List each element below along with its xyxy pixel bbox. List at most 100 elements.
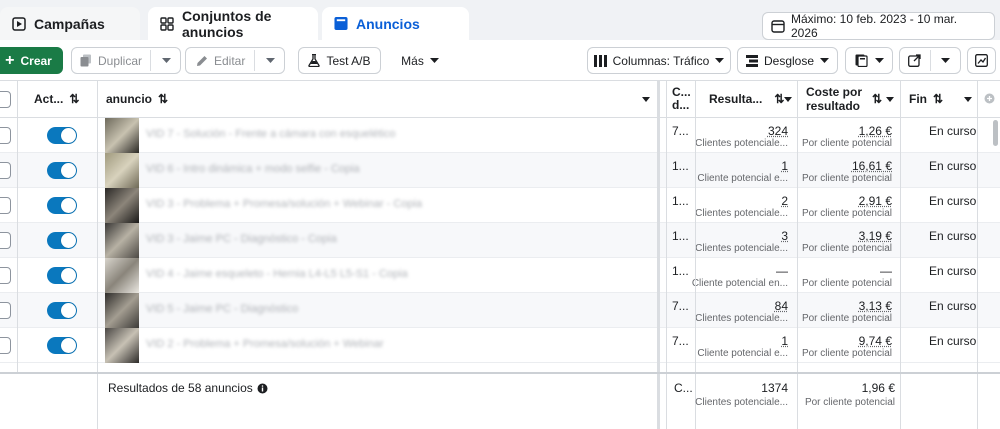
cell-results-type: Cliente potencial en... <box>691 278 788 289</box>
column-divider <box>97 374 98 429</box>
columns-button[interactable]: Columnas: Tráfico <box>587 47 731 74</box>
header-end[interactable]: Fin ⇅ <box>909 81 975 118</box>
cell-results-type: Clientes potenciale... <box>695 313 788 324</box>
summary-row: Resultados de 58 anuncios C... 1374 Clie… <box>0 372 1000 429</box>
ad-status-toggle[interactable] <box>47 337 77 354</box>
cell-results[interactable]: 324 <box>768 124 788 138</box>
cell-cost[interactable]: — <box>880 264 892 278</box>
header-c-label: C... d... <box>672 85 691 112</box>
cell-cost-type: Por cliente potencial <box>801 173 892 184</box>
cell-cost[interactable]: 1,26 € <box>859 124 892 138</box>
chevron-down-icon[interactable] <box>162 58 171 64</box>
ad-status-toggle[interactable] <box>47 162 77 179</box>
ad-status-toggle[interactable] <box>47 302 77 319</box>
info-icon[interactable] <box>257 383 268 394</box>
reports-button[interactable] <box>845 47 893 74</box>
tab-campaigns[interactable]: Campañas <box>0 7 140 40</box>
row-checkbox[interactable] <box>0 337 11 354</box>
cell-cost[interactable]: 3,13 € <box>859 299 892 313</box>
row-checkbox[interactable] <box>0 302 11 319</box>
plus-icon: + <box>5 51 15 69</box>
ad-thumbnail <box>105 293 139 328</box>
cell-results[interactable]: 2 <box>781 194 788 208</box>
breakdown-button[interactable]: Desglose <box>737 47 838 74</box>
cell-cost[interactable]: 2,91 € <box>859 194 892 208</box>
export-button[interactable] <box>899 47 961 74</box>
table-row[interactable]: VID 5 - Jaime PC - Diagnóstico 7... 84 Cl… <box>0 293 1000 328</box>
ad-name[interactable]: VID 3 - Jaime PC - Diagnóstico - Copia <box>146 233 337 245</box>
cell-end: En curso <box>929 299 977 313</box>
table-body: VID 7 - Solución - Frente a cámara con e… <box>0 118 1000 372</box>
cell-c: 1... <box>672 229 689 243</box>
cell-end: En curso <box>929 264 977 278</box>
row-checkbox[interactable] <box>0 267 11 284</box>
ad-name[interactable]: VID 2 - Problema + Promesa/solución + We… <box>146 338 384 350</box>
ad-status-toggle[interactable] <box>47 127 77 144</box>
ad-name[interactable]: VID 6 - Intro dinámica + modo selfie - C… <box>146 163 360 175</box>
row-checkbox[interactable] <box>0 197 11 214</box>
row-checkbox[interactable] <box>0 232 11 249</box>
summary-results: 1374 <box>761 381 788 395</box>
cell-cost[interactable]: 16,61 € <box>852 159 892 173</box>
ad-thumbnail <box>105 258 139 293</box>
summary-label: Resultados de 58 anuncios <box>108 381 268 395</box>
ad-name[interactable]: VID 5 - Jaime PC - Diagnóstico <box>146 303 298 315</box>
row-checkbox[interactable] <box>0 162 11 179</box>
tab-ad-sets-label: Conjuntos de anuncios <box>182 7 272 40</box>
table-row[interactable]: VID 6 - Intro dinámica + modo selfie - C… <box>0 153 1000 188</box>
tab-ads[interactable]: Anuncios <box>322 7 469 40</box>
frozen-column-divider <box>657 374 660 429</box>
cell-results[interactable]: — <box>776 264 788 278</box>
export-icon <box>908 54 921 67</box>
breakdown-icon <box>745 54 758 67</box>
tab-ad-sets[interactable]: Conjuntos de anuncios <box>148 7 318 40</box>
ad-name[interactable]: VID 3 - Problema + Promesa/solución + We… <box>146 198 422 210</box>
cell-results[interactable]: 3 <box>781 229 788 243</box>
chevron-down-icon[interactable] <box>266 58 275 64</box>
ad-name[interactable]: VID 4 - Jaime esqueleto - Hernia L4-L5 L… <box>146 268 408 280</box>
chevron-down-icon[interactable] <box>886 97 894 102</box>
table-row[interactable]: VID 3 - Jaime PC - Diagnóstico - Copia 1… <box>0 223 1000 258</box>
chevron-down-icon[interactable] <box>964 97 972 102</box>
ad-status-toggle[interactable] <box>47 267 77 284</box>
table-row[interactable]: VID 4 - Jaime esqueleto - Hernia L4-L5 L… <box>0 258 1000 293</box>
tab-campaigns-label: Campañas <box>34 15 105 32</box>
cell-results[interactable]: 1 <box>781 334 788 348</box>
edit-button-label: Editar <box>214 53 246 68</box>
cell-results[interactable]: 1 <box>781 159 788 173</box>
header-ad-name[interactable]: anuncio ⇅ <box>106 81 656 118</box>
cell-cost[interactable]: 3,19 € <box>859 229 892 243</box>
chevron-down-icon[interactable] <box>642 97 650 102</box>
table-row[interactable]: VID 2 - Problema + Promesa/solución + We… <box>0 328 1000 363</box>
vertical-scrollbar[interactable] <box>993 120 998 146</box>
header-c[interactable]: C... d... <box>672 81 694 118</box>
more-button[interactable]: Más <box>390 47 450 74</box>
table-row[interactable]: VID 7 - Solución - Frente a cámara con e… <box>0 118 1000 153</box>
chevron-down-icon <box>715 57 725 64</box>
ad-name[interactable]: VID 7 - Solución - Frente a cámara con e… <box>146 128 395 140</box>
ad-status-toggle[interactable] <box>47 197 77 214</box>
header-active-label: Act... <box>34 92 64 106</box>
cell-results[interactable]: 84 <box>775 299 788 313</box>
ad-status-toggle[interactable] <box>47 232 77 249</box>
sort-icon: ⇅ <box>933 92 944 106</box>
cell-cost[interactable]: 9,74 € <box>859 334 892 348</box>
duplicate-button[interactable]: Duplicar <box>71 47 181 74</box>
edit-button[interactable]: Editar <box>185 47 285 74</box>
header-active[interactable]: Act... ⇅ <box>34 81 94 118</box>
ab-test-button[interactable]: Test A/B <box>298 47 381 74</box>
chevron-down-icon[interactable] <box>784 97 792 102</box>
header-cost-per-result[interactable]: Coste por resultado ⇅ <box>806 81 898 118</box>
create-button[interactable]: + Crear <box>0 47 63 74</box>
header-results[interactable]: Resulta... ⇅ <box>709 81 794 118</box>
cell-cost-type: Por cliente potencial <box>801 313 892 324</box>
cell-cost-type: Por cliente potencial <box>801 208 892 219</box>
select-all-checkbox[interactable] <box>0 91 11 108</box>
chart-button[interactable] <box>967 47 996 74</box>
add-column-icon[interactable] <box>984 93 995 104</box>
date-range-picker[interactable]: Máximo: 10 feb. 2023 - 10 mar. 2026 <box>762 12 995 40</box>
table-row[interactable]: VID 3 - Problema + Promesa/solución + We… <box>0 188 1000 223</box>
row-checkbox[interactable] <box>0 127 11 144</box>
chevron-down-icon[interactable] <box>941 58 950 64</box>
tab-ads-label: Anuncios <box>356 15 420 32</box>
